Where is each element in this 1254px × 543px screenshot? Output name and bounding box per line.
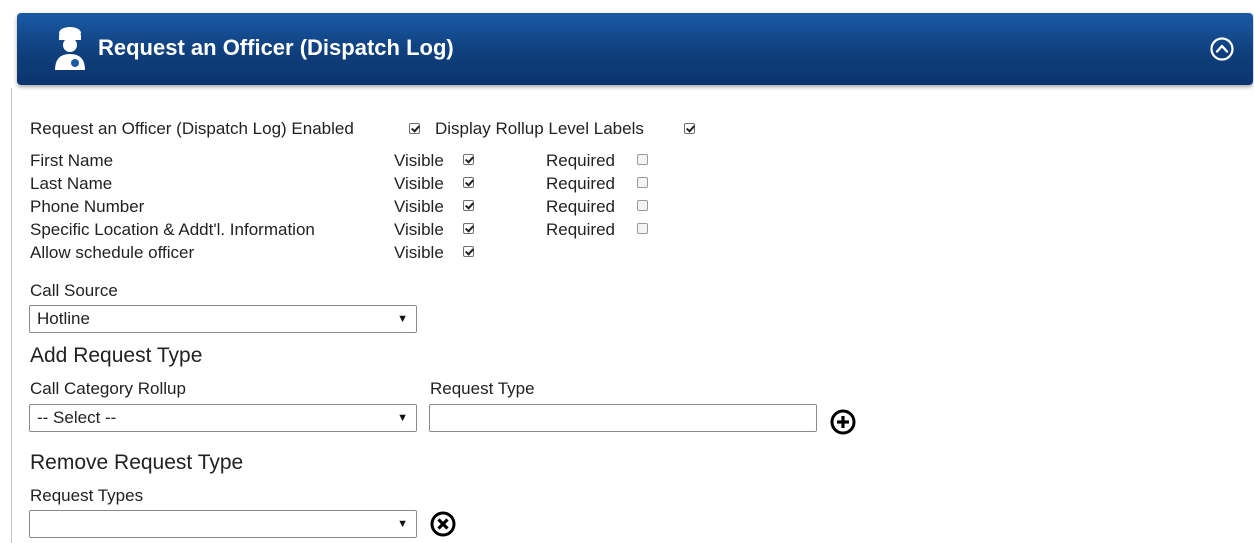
required-label: Required — [546, 220, 615, 239]
panel-header[interactable]: Request an Officer (Dispatch Log) — [17, 13, 1253, 85]
field-label-location: Specific Location & Addt'l. Information — [30, 220, 315, 239]
phone-required-checkbox[interactable] — [637, 200, 648, 211]
last-name-visible-checkbox[interactable] — [463, 177, 474, 188]
field-label-schedule-officer: Allow schedule officer — [30, 243, 195, 262]
required-label: Required — [546, 174, 615, 193]
location-required-checkbox[interactable] — [637, 223, 648, 234]
x-circle-icon[interactable] — [430, 511, 456, 537]
first-name-required-checkbox[interactable] — [637, 154, 648, 165]
officer-icon — [55, 27, 85, 70]
field-label-phone-number: Phone Number — [30, 197, 145, 216]
visible-label: Visible — [394, 174, 444, 193]
first-name-visible-checkbox[interactable] — [463, 154, 474, 165]
last-name-required-checkbox[interactable] — [637, 177, 648, 188]
enabled-checkbox[interactable] — [409, 123, 420, 134]
left-border — [11, 88, 12, 543]
call-source-label: Call Source — [30, 281, 118, 300]
call-source-value: Hotline — [37, 309, 90, 328]
enabled-label: Request an Officer (Dispatch Log) Enable… — [30, 119, 354, 138]
field-label-first-name: First Name — [30, 151, 114, 170]
request-types-label: Request Types — [30, 486, 144, 505]
field-label-last-name: Last Name — [30, 174, 113, 193]
schedule-visible-checkbox[interactable] — [463, 246, 474, 257]
request-type-label: Request Type — [430, 379, 535, 398]
chevron-up-circle-icon[interactable] — [1209, 36, 1235, 62]
dropdown-arrow-icon: ▼ — [397, 313, 408, 325]
request-types-select[interactable]: ▼ — [29, 510, 417, 538]
visible-label: Visible — [394, 243, 444, 262]
dropdown-arrow-icon: ▼ — [397, 518, 408, 530]
rollup-checkbox[interactable] — [684, 123, 695, 134]
panel-title: Request an Officer (Dispatch Log) — [98, 35, 454, 60]
call-category-select[interactable]: -- Select -- ▼ — [29, 404, 417, 432]
rollup-label: Display Rollup Level Labels — [435, 119, 644, 138]
location-visible-checkbox[interactable] — [463, 223, 474, 234]
remove-request-heading: Remove Request Type — [30, 451, 244, 474]
call-category-value: -- Select -- — [37, 408, 117, 427]
add-request-heading: Add Request Type — [30, 344, 203, 367]
call-category-label: Call Category Rollup — [30, 379, 186, 398]
dropdown-arrow-icon: ▼ — [397, 412, 408, 424]
required-label: Required — [546, 151, 615, 170]
visible-label: Visible — [394, 197, 444, 216]
call-source-select[interactable]: Hotline ▼ — [29, 305, 417, 333]
plus-circle-icon[interactable] — [830, 409, 856, 435]
request-type-input[interactable] — [429, 404, 817, 432]
visible-label: Visible — [394, 220, 444, 239]
visible-label: Visible — [394, 151, 444, 170]
required-label: Required — [546, 197, 615, 216]
phone-visible-checkbox[interactable] — [463, 200, 474, 211]
